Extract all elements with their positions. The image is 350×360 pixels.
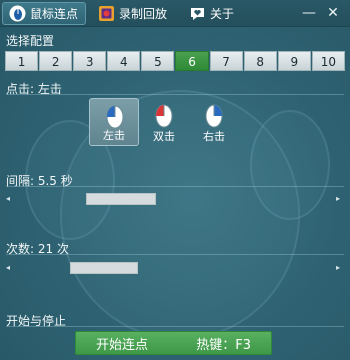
- mouse-right-icon: [205, 104, 223, 128]
- config-option[interactable]: 10: [311, 51, 345, 71]
- interval-slider[interactable]: ◂ ▸: [6, 192, 344, 206]
- config-section-label: 选择配置: [6, 34, 55, 48]
- config-option[interactable]: 3: [73, 51, 107, 71]
- option-label: 左击: [103, 129, 125, 142]
- hotkey-label: 热键：F3: [196, 337, 251, 353]
- mouse-double-icon: [155, 104, 173, 128]
- divider: [6, 254, 344, 255]
- tab-mouse-clicker[interactable]: 鼠标连点: [2, 2, 86, 25]
- config-option[interactable]: 9: [277, 51, 311, 71]
- left-click-option[interactable]: 左击: [89, 98, 139, 146]
- count-slider[interactable]: ◂ ▸: [6, 261, 344, 275]
- arrow-left-icon[interactable]: ◂: [6, 261, 14, 275]
- config-option-selected[interactable]: 6: [175, 51, 209, 71]
- tab-about[interactable]: 关于: [183, 2, 241, 25]
- slider-thumb[interactable]: [86, 193, 156, 205]
- arrow-left-icon[interactable]: ◂: [6, 192, 14, 206]
- start-clicking-button[interactable]: 开始连点: [96, 334, 148, 353]
- double-click-option[interactable]: 双击: [139, 98, 189, 146]
- config-option[interactable]: 5: [141, 51, 175, 71]
- divider: [6, 94, 344, 95]
- minimize-button[interactable]: —: [300, 4, 318, 22]
- divider: [6, 326, 344, 327]
- right-click-option[interactable]: 右击: [189, 98, 239, 146]
- mouse-icon: [9, 5, 26, 22]
- divider: [6, 186, 344, 187]
- option-label: 双击: [153, 130, 175, 143]
- arrow-right-icon[interactable]: ▸: [336, 192, 344, 206]
- slider-thumb[interactable]: [70, 262, 138, 274]
- mouse-left-icon: [106, 105, 124, 129]
- config-option[interactable]: 7: [209, 51, 243, 71]
- config-option[interactable]: 4: [107, 51, 141, 71]
- heart-chat-icon: [189, 5, 206, 22]
- option-label: 右击: [203, 130, 225, 143]
- close-button[interactable]: ✕: [324, 4, 342, 22]
- tab-label: 关于: [210, 7, 235, 21]
- config-selector: 1 2 3 4 5 6 7 8 9 10: [5, 51, 345, 71]
- tab-label: 鼠标连点: [30, 7, 79, 21]
- title-bar: 鼠标连点 录制回放 关于 — ✕: [0, 0, 350, 27]
- record-icon: [98, 5, 115, 22]
- config-option[interactable]: 8: [243, 51, 277, 71]
- tab-record-playback[interactable]: 录制回放: [92, 2, 182, 25]
- config-option[interactable]: 1: [5, 51, 39, 71]
- arrow-right-icon[interactable]: ▸: [336, 261, 344, 275]
- tab-label: 录制回放: [119, 7, 168, 21]
- config-option[interactable]: 2: [39, 51, 73, 71]
- start-clicking-bar[interactable]: 开始连点 热键：F3: [75, 331, 272, 355]
